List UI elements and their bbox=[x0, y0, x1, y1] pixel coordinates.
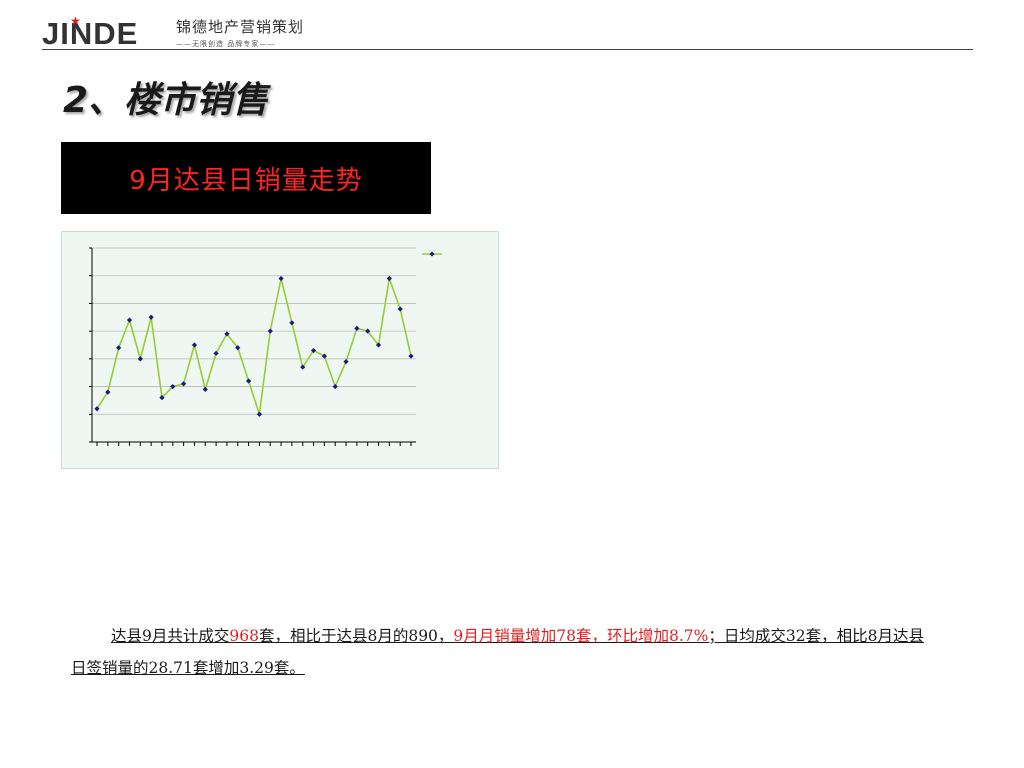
data-point bbox=[397, 306, 403, 312]
header-divider bbox=[42, 49, 973, 50]
data-point bbox=[408, 353, 414, 359]
data-point bbox=[202, 386, 208, 392]
chart-canvas bbox=[89, 247, 442, 446]
chart-title-banner: 9月达县日销量走势 bbox=[61, 142, 431, 214]
summary-highlight: 9月月销量增加78套，环比增加8.7% bbox=[453, 626, 709, 645]
data-point bbox=[116, 345, 122, 351]
data-point bbox=[343, 359, 349, 365]
data-point bbox=[137, 356, 143, 362]
data-point bbox=[354, 325, 360, 331]
data-point bbox=[386, 275, 392, 282]
data-point bbox=[332, 383, 338, 390]
legend-marker bbox=[429, 251, 435, 257]
company-logo: JINDE ★ 锦德地产营销策划 ——无限创造 品牌专家—— bbox=[42, 14, 305, 51]
data-point bbox=[191, 342, 198, 348]
daily-sales-chart bbox=[61, 231, 499, 469]
data-point bbox=[278, 275, 284, 282]
summary-total: 968 bbox=[229, 626, 259, 645]
data-point bbox=[245, 378, 252, 384]
logo-wordmark-text: JINDE bbox=[42, 16, 139, 51]
data-point bbox=[126, 317, 133, 323]
series-line bbox=[96, 278, 412, 415]
data-point bbox=[148, 314, 154, 320]
company-slogan: ——无限创造 品牌专家—— bbox=[176, 40, 276, 48]
data-point bbox=[256, 411, 263, 417]
logo-wordmark: JINDE ★ bbox=[42, 14, 166, 51]
chart-title: 9月达县日销量走势 bbox=[129, 165, 363, 196]
data-point bbox=[289, 320, 295, 326]
summary-text-1: 达县9月共计成交 bbox=[111, 626, 230, 645]
logo-star-icon: ★ bbox=[70, 14, 81, 28]
data-point bbox=[267, 328, 273, 334]
data-point bbox=[181, 381, 187, 387]
company-name: 锦德地产营销策划 bbox=[176, 18, 305, 36]
summary-paragraph: 达县9月共计成交968套，相比于达县8月的890，9月月销量增加78套，环比增加… bbox=[71, 620, 931, 684]
section-title: 2、楼市销售 bbox=[63, 80, 269, 121]
summary-text-2: 套，相比于达县8月的890， bbox=[258, 626, 454, 645]
